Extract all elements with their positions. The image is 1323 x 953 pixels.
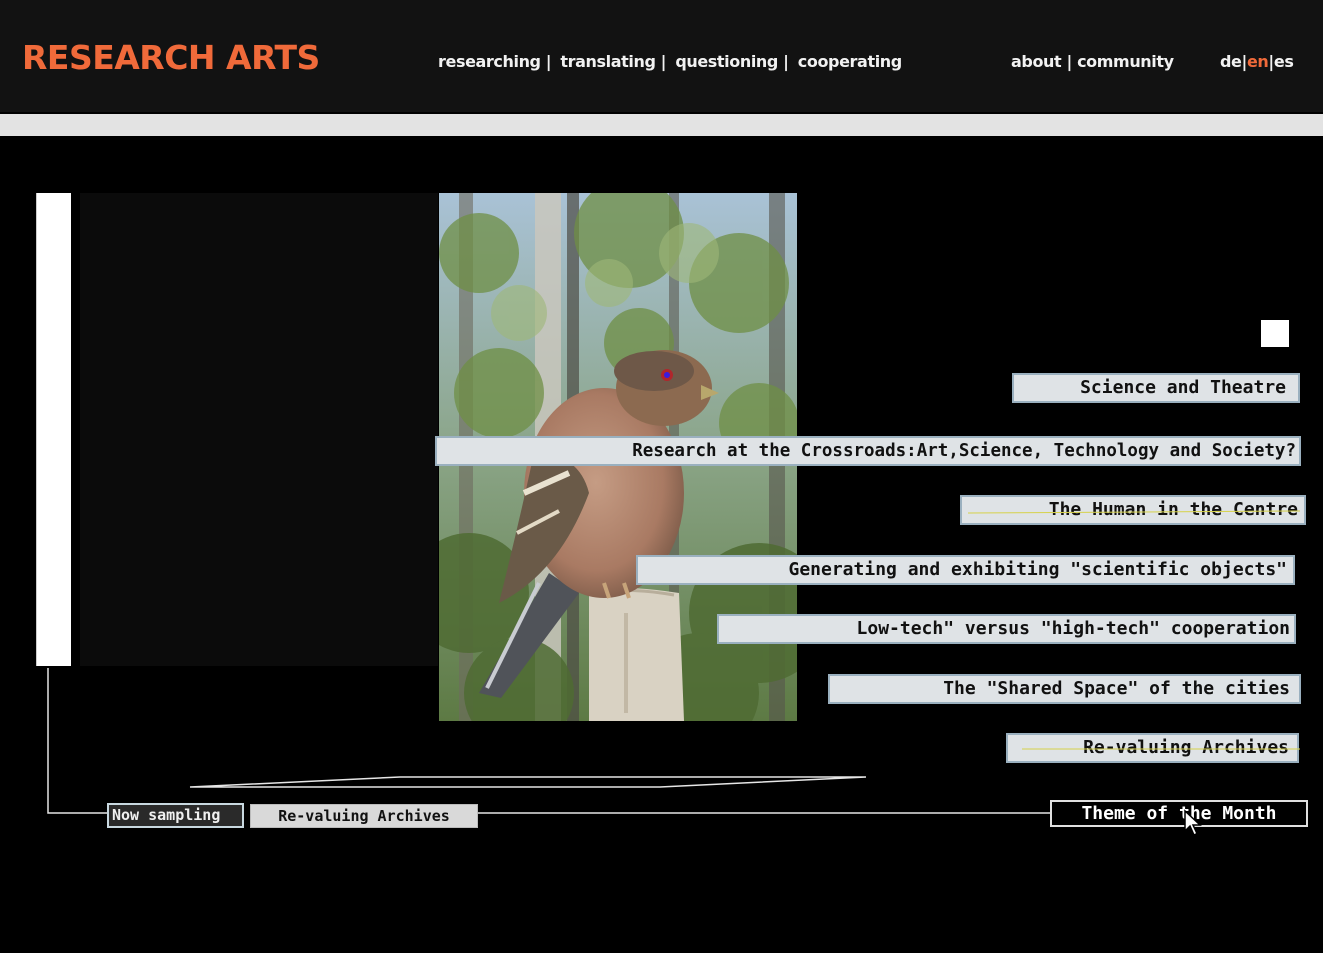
- now-sampling-label: Now sampling: [107, 803, 244, 828]
- topic-human-in-the-centre[interactable]: The Human in the Centre: [960, 495, 1306, 525]
- theme-of-the-month-button[interactable]: Theme of the Month: [1050, 800, 1308, 827]
- lang-es[interactable]: es: [1274, 52, 1294, 71]
- header-divider-bar: [0, 114, 1323, 136]
- left-white-strip: [36, 193, 71, 666]
- topic-low-tech-vs-high-tech[interactable]: Low-tech" versus "high-tech" cooperation: [717, 614, 1296, 644]
- topic-science-and-theatre[interactable]: Science and Theatre: [1012, 373, 1300, 403]
- secondary-nav: about | community: [1011, 52, 1174, 71]
- topic-scientific-objects[interactable]: Generating and exhibiting "scientific ob…: [636, 555, 1295, 585]
- topic-shared-space-cities[interactable]: The "Shared Space" of the cities: [828, 674, 1301, 704]
- language-switcher: de|en|es: [1220, 52, 1294, 71]
- nav-researching[interactable]: researching |: [438, 52, 556, 71]
- nav-cooperating[interactable]: cooperating: [798, 52, 902, 71]
- site-header: RESEARCH ARTS researching | translating …: [0, 0, 1323, 112]
- site-logo[interactable]: RESEARCH ARTS: [22, 38, 320, 77]
- square-toggle-button[interactable]: [1261, 320, 1289, 347]
- lang-en[interactable]: en: [1247, 52, 1269, 71]
- lang-de[interactable]: de: [1220, 52, 1242, 71]
- nav-questioning[interactable]: questioning |: [675, 52, 793, 71]
- nav-community[interactable]: community: [1077, 52, 1174, 71]
- mouse-pointer-icon: [1184, 809, 1202, 837]
- main-nav: researching | translating | questioning …: [438, 52, 906, 71]
- now-sampling-value[interactable]: Re-valuing Archives: [250, 804, 478, 828]
- left-dark-panel: [80, 193, 438, 666]
- topic-re-valuing-archives[interactable]: Re-valuing Archives: [1006, 733, 1299, 763]
- nav-translating[interactable]: translating |: [560, 52, 671, 71]
- topic-research-at-the-crossroads[interactable]: Research at the Crossroads:Art,Science, …: [435, 436, 1301, 466]
- nav-about[interactable]: about: [1011, 52, 1062, 71]
